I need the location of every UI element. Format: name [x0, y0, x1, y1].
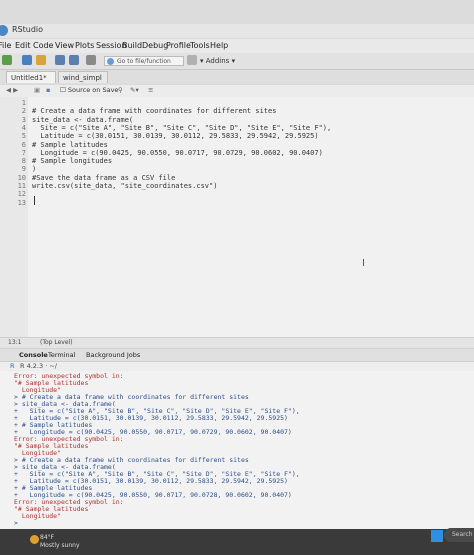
- r-logo-icon: R: [10, 362, 15, 370]
- editor-line[interactable]: 13: [0, 199, 474, 208]
- show-in-window-icon[interactable]: ▣: [34, 86, 40, 94]
- search-icon[interactable]: ⚲: [118, 86, 123, 94]
- menu-help[interactable]: Help: [210, 41, 228, 50]
- tab-untitled1[interactable]: Untitled1* ×: [6, 71, 56, 94]
- search-label: Search: [452, 531, 473, 538]
- magic-wand-icon[interactable]: ✎▾: [130, 86, 139, 94]
- save-icon[interactable]: [55, 55, 65, 65]
- cursor-position: 13:1: [8, 339, 22, 346]
- grid-icon[interactable]: [187, 55, 197, 65]
- menu-code[interactable]: Code: [33, 41, 53, 50]
- save-all-icon[interactable]: [69, 55, 79, 65]
- print-icon[interactable]: [86, 55, 96, 65]
- menu-plots[interactable]: Plots: [75, 41, 94, 50]
- text-cursor: [34, 196, 35, 205]
- open-file-icon[interactable]: [36, 55, 46, 65]
- weather-condition[interactable]: Mostly sunny: [40, 542, 80, 549]
- menu-file[interactable]: File: [0, 41, 11, 50]
- screen: RStudio File Edit Code View Plots Sessio…: [0, 0, 474, 555]
- weather-sun-icon[interactable]: [30, 535, 39, 544]
- new-project-icon[interactable]: [22, 55, 32, 65]
- ibeam-cursor-icon: I: [362, 258, 365, 269]
- menu-bar: File Edit Code View Plots Session Build …: [0, 39, 474, 53]
- editor-status-bar: 13:1 (Top Level): [0, 337, 474, 348]
- title-bar: RStudio: [0, 24, 474, 38]
- menu-edit[interactable]: Edit: [15, 41, 31, 50]
- source-on-save-checkbox[interactable]: ☐ Source on Save: [60, 86, 118, 94]
- source-on-save-label: Source on Save: [67, 86, 119, 94]
- save-file-icon[interactable]: ▪: [46, 86, 50, 94]
- windows-start-icon[interactable]: [431, 530, 443, 542]
- addins-label: Addins: [205, 57, 230, 65]
- goto-placeholder: Go to file/function: [117, 58, 171, 65]
- rstudio-icon: [0, 25, 8, 36]
- menu-build[interactable]: Build: [122, 41, 142, 50]
- addins-button[interactable]: ▾ Addins ▾: [200, 57, 235, 65]
- weather-temperature[interactable]: 84°F: [40, 534, 54, 541]
- line-number: 13: [17, 198, 26, 207]
- r-version: R 4.2.3 · ~/: [20, 362, 57, 370]
- back-arrow-icon[interactable]: ◀ ▶: [6, 86, 18, 94]
- goto-file-input[interactable]: Go to file/function: [104, 56, 184, 66]
- console-output[interactable]: Error: unexpected symbol in: "# Sample la…: [0, 371, 474, 529]
- menu-tools[interactable]: Tools: [190, 41, 210, 50]
- scope-selector[interactable]: (Top Level): [40, 339, 73, 346]
- window-title: RStudio: [12, 25, 44, 34]
- tab-label: wind_simpl: [63, 74, 102, 82]
- menu-profile[interactable]: Profile: [166, 41, 191, 50]
- editor-tabs: Untitled1* × wind_simpl: [0, 70, 474, 94]
- main-toolbar: Go to file/function ▾ Addins ▾: [0, 53, 474, 70]
- tab-console[interactable]: Console: [19, 351, 48, 359]
- tab-terminal[interactable]: Terminal: [48, 351, 75, 359]
- console-line: Longitude": [14, 512, 61, 520]
- taskbar-search[interactable]: Search: [444, 528, 474, 542]
- menu-debug[interactable]: Debug: [142, 41, 168, 50]
- console-header: R R 4.2.3 · ~/: [0, 362, 474, 371]
- menu-icon[interactable]: ≡: [148, 86, 153, 94]
- tab-background-jobs[interactable]: Background Jobs: [86, 351, 140, 359]
- goto-search-icon: [107, 58, 114, 65]
- new-file-icon[interactable]: [2, 55, 12, 65]
- code-editor[interactable]: 1 2 # Create a data frame with coordinates…: [0, 97, 474, 337]
- console-line: >: [14, 519, 18, 527]
- tab-wind-simpl[interactable]: wind_simpl: [58, 71, 108, 83]
- tab-label: Untitled1*: [11, 74, 47, 82]
- console-tabs: Console Terminal Background Jobs: [0, 349, 474, 362]
- menu-view[interactable]: View: [55, 41, 74, 50]
